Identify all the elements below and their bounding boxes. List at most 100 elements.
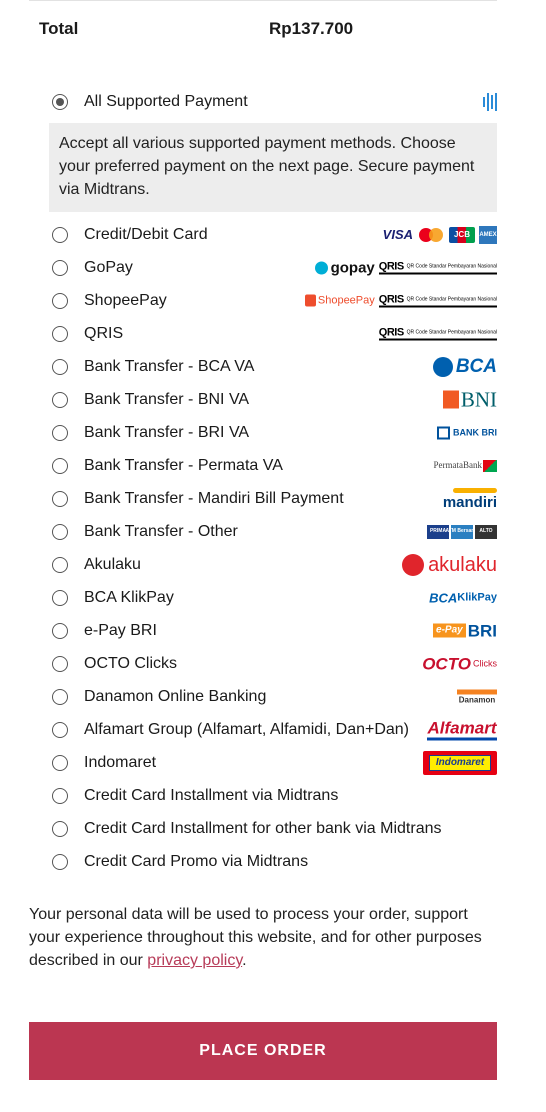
- payment-option-label: Credit Card Promo via Midtrans: [84, 852, 309, 870]
- payment-option[interactable]: e-Pay BRI e-Pay BRI: [49, 614, 497, 647]
- payment-option-label: OCTO Clicks: [84, 654, 178, 672]
- payment-option[interactable]: Credit/Debit Card VISA JCB AMEX: [49, 218, 497, 251]
- qris-logo: QRIS QR Code Standar Pembayaran Nasional: [378, 293, 497, 307]
- atm-network-logos: PRIMA ATM Bersama ALTO: [427, 524, 497, 539]
- gopay-logo: gopay: [314, 260, 375, 275]
- radio-button[interactable]: [52, 424, 68, 441]
- payment-option[interactable]: Akulaku akulaku: [49, 548, 497, 581]
- payment-option[interactable]: Credit Card Installment for other bank v…: [49, 812, 497, 845]
- payment-logos: PermataBank: [434, 459, 497, 472]
- radio-button[interactable]: [52, 490, 68, 507]
- place-order-button[interactable]: PLACE ORDER: [29, 1022, 497, 1080]
- radio-button[interactable]: [52, 787, 68, 804]
- payment-option-label: Bank Transfer - BCA VA: [84, 357, 255, 375]
- payment-option-label: ShopeePay: [84, 291, 167, 309]
- privacy-policy-link[interactable]: privacy policy: [147, 952, 242, 969]
- midtrans-icon: [483, 92, 497, 111]
- radio-button[interactable]: [52, 325, 68, 342]
- jcb-logo: JCB: [449, 226, 475, 243]
- radio-button[interactable]: [52, 556, 68, 573]
- radio-button[interactable]: [52, 622, 68, 639]
- bni-logo: BNI: [442, 389, 497, 410]
- radio-button[interactable]: [52, 853, 68, 870]
- radio-button[interactable]: [52, 754, 68, 771]
- privacy-notice: Your personal data will be used to proce…: [29, 903, 499, 972]
- payment-option[interactable]: Bank Transfer - Other PRIMA ATM Bersama ALT…: [49, 515, 497, 548]
- payment-option[interactable]: Bank Transfer - BNI VA BNI: [49, 383, 497, 416]
- payment-logos: mandiri: [443, 487, 497, 510]
- payment-option-label: QRIS: [84, 324, 124, 342]
- akulaku-logo: akulaku: [402, 553, 497, 576]
- octo-clicks-logo: OCTO Clicks: [422, 654, 497, 673]
- privacy-text: Your personal data will be used to proce…: [29, 906, 482, 969]
- payment-methods-list: All Supported Payment Accept all various…: [49, 85, 497, 878]
- payment-option-label: Bank Transfer - Mandiri Bill Payment: [84, 489, 344, 507]
- danamon-logo: Danamon: [457, 689, 497, 704]
- payment-logos: OCTO Clicks: [422, 655, 497, 672]
- payment-option-label: Credit/Debit Card: [84, 225, 208, 243]
- total-label: Total: [39, 19, 79, 38]
- payment-logos: gopay QRIS QR Code Standar Pembayaran Nasi…: [314, 260, 497, 275]
- payment-option-label: Danamon Online Banking: [84, 687, 267, 705]
- indomaret-logo: Indomaret: [423, 750, 497, 775]
- payment-option[interactable]: QRIS QRIS QR Code Standar Pembayaran Nasio…: [49, 317, 497, 350]
- mastercard-logo: [417, 227, 445, 243]
- payment-logos: Alfamart: [427, 719, 497, 740]
- payment-option-label: Credit Card Installment for other bank v…: [84, 819, 442, 837]
- total-value: Rp137.700: [269, 19, 354, 38]
- radio-button-selected[interactable]: [52, 93, 68, 110]
- qris-logo: QRIS QR Code Standar Pembayaran Nasional: [378, 260, 497, 274]
- amex-logo: AMEX: [479, 225, 497, 244]
- radio-button[interactable]: [52, 292, 68, 309]
- payment-logos: ShopeePay QRIS QR Code Standar Pembayaran …: [304, 293, 497, 307]
- bri-logo: BANK BRI: [437, 426, 497, 439]
- order-total-row: Total Rp137.700: [29, 0, 497, 57]
- payment-logos: VISA JCB AMEX: [382, 225, 497, 244]
- radio-button[interactable]: [52, 655, 68, 672]
- permata-logo: PermataBank: [434, 459, 497, 472]
- payment-option[interactable]: Bank Transfer - BCA VA BCA: [49, 350, 497, 383]
- mandiri-logo: mandiri: [443, 487, 497, 510]
- payment-option[interactable]: GoPay gopay QRIS QR Code Standar Pembayaran…: [49, 251, 497, 284]
- radio-button[interactable]: [52, 259, 68, 276]
- payment-option[interactable]: Credit Card Installment via Midtrans: [49, 779, 497, 812]
- payment-option-all-supported[interactable]: All Supported Payment: [49, 85, 497, 118]
- radio-button[interactable]: [52, 391, 68, 408]
- payment-logos: akulaku: [402, 553, 497, 576]
- payment-description: Accept all various supported payment met…: [49, 123, 497, 212]
- payment-option[interactable]: Indomaret Indomaret: [49, 746, 497, 779]
- payment-option-label: Bank Transfer - BNI VA: [84, 390, 250, 408]
- payment-option[interactable]: Alfamart Group (Alfamart, Alfamidi, Dan+…: [49, 713, 497, 746]
- radio-button[interactable]: [52, 589, 68, 606]
- payment-option[interactable]: Credit Card Promo via Midtrans: [49, 845, 497, 878]
- radio-button[interactable]: [52, 523, 68, 540]
- payment-logos: PRIMA ATM Bersama ALTO: [427, 524, 497, 539]
- payment-option[interactable]: OCTO Clicks OCTO Clicks: [49, 647, 497, 680]
- payment-option-label: Indomaret: [84, 753, 157, 771]
- visa-logo: VISA: [382, 227, 413, 242]
- payment-option-label: Credit Card Installment via Midtrans: [84, 786, 339, 804]
- radio-button[interactable]: [52, 688, 68, 705]
- radio-button[interactable]: [52, 358, 68, 375]
- payment-logos: BCA KlikPay: [429, 591, 497, 604]
- payment-option-label: All Supported Payment: [84, 92, 248, 110]
- payment-logos: BCA: [432, 356, 497, 377]
- payment-logos: e-Pay BRI: [433, 622, 497, 639]
- payment-option-label: Bank Transfer - BRI VA: [84, 423, 250, 441]
- epay-bri-logo: e-Pay BRI: [433, 622, 497, 639]
- payment-logos: BNI: [442, 389, 497, 410]
- radio-button[interactable]: [52, 820, 68, 837]
- payment-option[interactable]: BCA KlikPay BCA KlikPay: [49, 581, 497, 614]
- payment-option[interactable]: Bank Transfer - Permata VA PermataBank: [49, 449, 497, 482]
- payment-option[interactable]: Danamon Online Banking Danamon: [49, 680, 497, 713]
- payment-option[interactable]: Bank Transfer - BRI VA BANK BRI: [49, 416, 497, 449]
- payment-logos: BANK BRI: [437, 426, 497, 439]
- radio-button[interactable]: [52, 226, 68, 243]
- radio-button[interactable]: [52, 721, 68, 738]
- privacy-suffix: .: [242, 952, 247, 969]
- qris-logo: QRIS QR Code Standar Pembayaran Nasional: [378, 326, 497, 340]
- radio-button[interactable]: [52, 457, 68, 474]
- payment-option[interactable]: Bank Transfer - Mandiri Bill Payment mand…: [49, 482, 497, 515]
- payment-option[interactable]: ShopeePay ShopeePay QRIS QR Code Standar Pe…: [49, 284, 497, 317]
- bca-klikpay-logo: BCA KlikPay: [429, 590, 497, 605]
